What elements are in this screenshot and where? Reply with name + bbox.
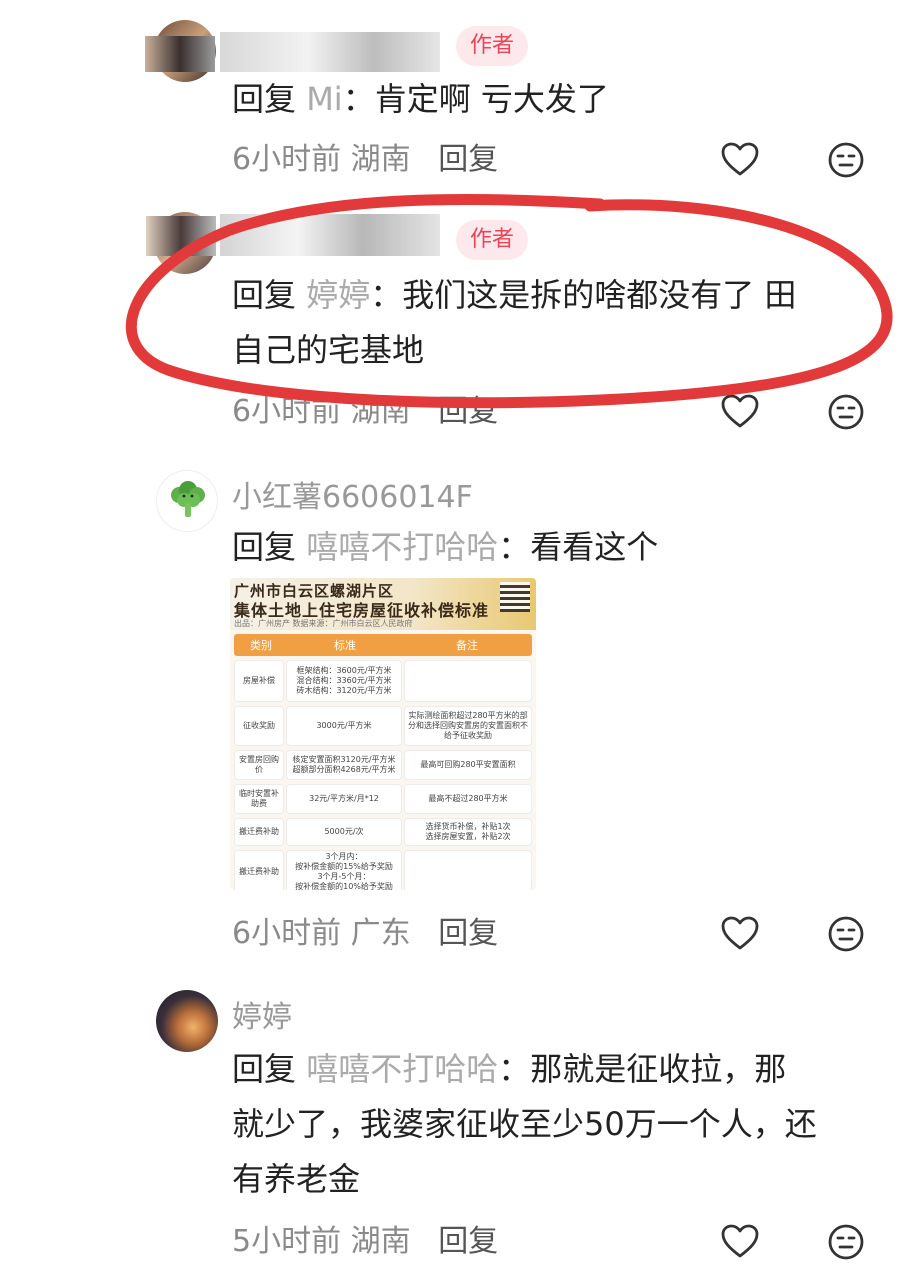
comment-text-line2: 自己的宅基地: [232, 331, 425, 369]
attachment-image[interactable]: 广州市白云区螺湖片区 集体土地上住宅房屋征收补偿标准 出品：广州房产 数据来源：…: [230, 578, 536, 890]
avatar[interactable]: [156, 470, 218, 532]
reply-text: 回复 嘻嘻不打哈哈：那就是征收拉，那 就少了，我婆家征收至少50万一个人，还 有…: [232, 1050, 817, 1198]
table-row: 房屋补偿 框架结构：3600元/平方米 混合结构：3360元/平方米 砖木结构：…: [234, 660, 532, 702]
header-note: 备注: [456, 639, 478, 652]
comment-text-line3: 有养老金: [232, 1160, 361, 1198]
timestamp: 6小时前: [232, 916, 342, 951]
attachment-source: 出品：广州房产 数据来源：广州市白云区人民政府: [234, 619, 413, 628]
comment-3: 小红薯6606014F 回复 嘻嘻不打哈哈：看看这个 广州市白云区螺湖片区 集体…: [0, 460, 918, 970]
neutral-face-icon[interactable]: [826, 392, 866, 432]
cell-standard: 3个月内： 按补偿金额的15%给予奖励 3个月-5个月： 按补偿金额的10%给予…: [286, 850, 402, 890]
cell-category: 临时安置补助费: [234, 784, 284, 814]
cell-note: [404, 850, 532, 890]
timestamp: 6小时前: [232, 394, 342, 429]
cell-note: 最高不超过280平方米: [404, 784, 532, 814]
header-category: 类别: [250, 639, 272, 652]
attachment-header: 广州市白云区螺湖片区 集体土地上住宅房屋征收补偿标准 出品：广州房产 数据来源：…: [230, 578, 536, 630]
cell-note: 实际测绘面积超过280平方米的部分和选择回购安置房的安置面积不给予征收奖励: [404, 706, 532, 746]
cell-standard: 32元/平方米/月*12: [286, 784, 402, 814]
comment-meta: 5小时前 湖南 回复: [232, 1220, 498, 1264]
cell-category: 安置房回购价: [234, 750, 284, 780]
comment-meta: 6小时前 湖南 回复: [232, 138, 498, 182]
cell-category: 房屋补偿: [234, 660, 284, 702]
table-row: 搬迁费补助 5000元/次 选择货币补偿，补贴1次 选择房屋安置，补贴2次: [234, 818, 532, 846]
table-row: 临时安置补助费 32元/平方米/月*12 最高不超过280平方米: [234, 784, 532, 814]
location: 广东: [350, 916, 411, 951]
header-standard: 标准: [334, 639, 356, 652]
reply-label: 回复: [232, 276, 297, 314]
reply-target[interactable]: 嘻嘻不打哈哈: [306, 1050, 498, 1088]
reply-target[interactable]: 嘻嘻不打哈哈: [306, 528, 498, 566]
comment-text: 看看这个: [530, 528, 659, 566]
cell-note: 选择货币补偿，补贴1次 选择房屋安置，补贴2次: [404, 818, 532, 846]
heart-icon[interactable]: [720, 914, 760, 954]
qr-code: [500, 582, 530, 612]
heart-icon[interactable]: [720, 392, 760, 432]
avatar[interactable]: [156, 990, 218, 1052]
reply-button[interactable]: 回复: [438, 394, 498, 429]
author-badge: 作者: [456, 220, 529, 260]
cell-standard: 3000元/平方米: [286, 706, 402, 746]
reply-label: 回复: [232, 80, 297, 118]
comment-text-line1: 我们这是拆的啥都没有了 田: [402, 276, 797, 314]
timestamp: 5小时前: [232, 1224, 342, 1259]
location: 湖南: [350, 394, 411, 429]
timestamp: 6小时前: [232, 142, 342, 177]
blurred-username: [220, 214, 440, 256]
heart-icon[interactable]: [720, 1222, 760, 1262]
reply-target[interactable]: 婷婷: [306, 276, 370, 314]
heart-icon[interactable]: [720, 140, 760, 180]
cell-category: 征收奖励: [234, 706, 284, 746]
blurred-username: [220, 32, 440, 72]
cell-category: 搬迁费补助: [234, 850, 284, 890]
comment-1: 作者 回复 Mi：肯定啊 亏大发了 6小时前 湖南 回复: [0, 0, 918, 190]
author-badge: 作者: [456, 26, 529, 66]
neutral-face-icon[interactable]: [826, 1222, 866, 1262]
comment-text: 肯定啊 亏大发了: [374, 80, 609, 118]
reply-label: 回复: [232, 528, 297, 566]
reply-button[interactable]: 回复: [438, 916, 498, 951]
username[interactable]: 小红薯6606014F: [232, 472, 473, 516]
cell-note: 最高可回购280平安置面积: [404, 750, 532, 780]
username[interactable]: 婷婷: [232, 992, 292, 1036]
comment-meta: 6小时前 广东 回复: [232, 912, 498, 956]
cell-category: 搬迁费补助: [234, 818, 284, 846]
cell-standard: 核定安置面积3120元/平方米 超额部分面积4268元/平方米: [286, 750, 402, 780]
neutral-face-icon[interactable]: [826, 914, 866, 954]
reply-button[interactable]: 回复: [438, 1224, 498, 1259]
table-row: 安置房回购价 核定安置面积3120元/平方米 超额部分面积4268元/平方米 最…: [234, 750, 532, 780]
neutral-face-icon[interactable]: [826, 140, 866, 180]
cell-standard: 5000元/次: [286, 818, 402, 846]
cell-standard: 框架结构：3600元/平方米 混合结构：3360元/平方米 砖木结构：3120元…: [286, 660, 402, 702]
comment-meta: 6小时前 湖南 回复: [232, 390, 498, 434]
reply-text: 回复 Mi：肯定啊 亏大发了: [232, 80, 609, 118]
location: 湖南: [350, 142, 411, 177]
reply-target[interactable]: Mi: [306, 80, 343, 118]
broccoli-icon: [171, 481, 205, 517]
table-row: 搬迁费补助 3个月内： 按补偿金额的15%给予奖励 3个月-5个月： 按补偿金额…: [234, 850, 532, 890]
table-header: 类别 标准 备注: [234, 634, 532, 656]
comment-text-line1: 那就是征收拉，那: [530, 1050, 787, 1088]
comment-2: 作者 回复 婷婷：我们这是拆的啥都没有了 田 自己的宅基地 6小时前 湖南 回复: [0, 190, 918, 450]
comment-text-line2: 就少了，我婆家征收至少50万一个人，还: [232, 1105, 817, 1143]
table-row: 征收奖励 3000元/平方米 实际测绘面积超过280平方米的部分和选择回购安置房…: [234, 706, 532, 746]
reply-text: 回复 婷婷：我们这是拆的啥都没有了 田 自己的宅基地: [232, 276, 797, 369]
blurred-username: [146, 216, 216, 256]
reply-button[interactable]: 回复: [438, 142, 498, 177]
reply-label: 回复: [232, 1050, 297, 1088]
comment-4: 婷婷 回复 嘻嘻不打哈哈：那就是征收拉，那 就少了，我婆家征收至少50万一个人，…: [0, 980, 918, 1274]
reply-text: 回复 嘻嘻不打哈哈：看看这个: [232, 528, 659, 566]
location: 湖南: [350, 1224, 411, 1259]
cell-note: [404, 660, 532, 702]
blurred-username: [145, 36, 215, 72]
